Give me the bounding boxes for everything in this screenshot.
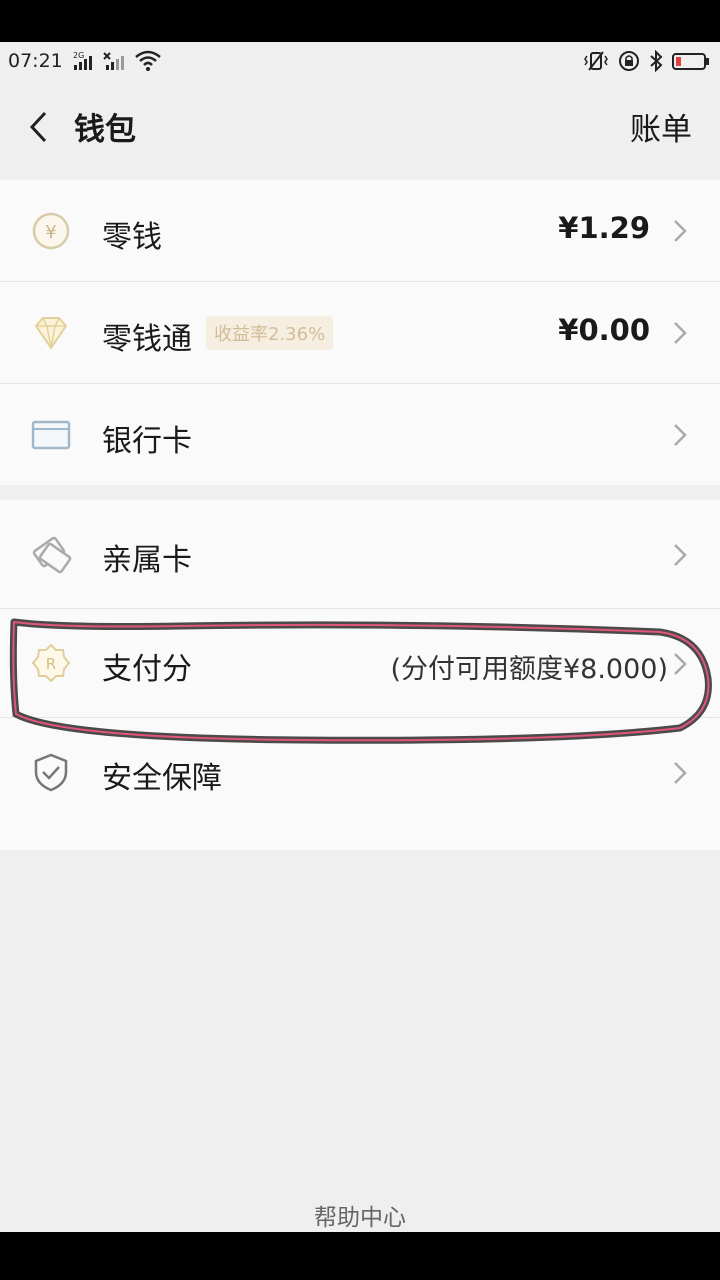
list-item-bank-card[interactable]: 银行卡 [0, 384, 720, 485]
item-label-change: 零钱 [102, 220, 162, 255]
vibrate-icon [584, 51, 608, 71]
chevron-right-icon [674, 653, 687, 675]
item-label-pay-score: 支付分 [102, 652, 192, 687]
list-item-lingqiantong[interactable]: 零钱通 收益率2.36% ¥0.00 [0, 282, 720, 384]
svg-text:R: R [46, 655, 56, 673]
status-left-icons: 2G [72, 50, 162, 72]
status-time: 07:21 [8, 50, 63, 72]
item-value-lingqiantong: ¥0.00 [558, 313, 650, 347]
chevron-left-icon [29, 111, 47, 143]
bill-button[interactable]: 账单 [630, 104, 692, 149]
wallet-group: ¥ 零钱 ¥1.29 零钱通 收益率2.36% ¥0.00 银行卡 [0, 180, 720, 485]
item-value-pay-score: (分付可用额度¥8.000) [390, 654, 668, 685]
back-button[interactable] [18, 102, 58, 152]
network-label: 2G [73, 51, 84, 60]
item-label-family-card: 亲属卡 [102, 543, 192, 578]
item-label-bank-card: 银行卡 [102, 424, 192, 459]
services-group: 亲属卡 R 支付分 (分付可用额度¥8.000) 安全保障 [0, 500, 720, 850]
score-badge-icon: R [31, 643, 71, 683]
chevron-right-icon [674, 424, 687, 446]
yuan-coin-icon: ¥ [32, 212, 70, 250]
item-label-security: 安全保障 [102, 761, 222, 796]
wifi-icon [135, 50, 161, 71]
chevron-right-icon [674, 544, 687, 566]
wallet-screen: 07:21 2G 钱包 账单 ¥ 零钱 ¥1.29 零钱通 收益率2.36% ¥… [0, 42, 720, 1232]
nav-bar: 钱包 账单 [0, 82, 720, 172]
list-item-security[interactable]: 安全保障 [0, 718, 720, 826]
svg-text:¥: ¥ [45, 222, 56, 243]
chevron-right-icon [674, 220, 687, 242]
item-value-change: ¥1.29 [558, 211, 650, 245]
item-label-lingqiantong: 零钱通 [102, 322, 192, 357]
battery-icon [672, 53, 709, 70]
family-card-icon [32, 536, 72, 574]
bank-card-icon [31, 420, 71, 450]
status-right-icons [582, 50, 710, 72]
list-item-change[interactable]: ¥ 零钱 ¥1.29 [0, 180, 720, 282]
status-bar: 07:21 2G [0, 42, 720, 82]
lock-rotation-icon [619, 51, 639, 71]
bluetooth-icon [650, 50, 663, 72]
list-item-family-card[interactable]: 亲属卡 [0, 500, 720, 609]
yield-rate-badge: 收益率2.36% [206, 316, 334, 350]
diamond-icon [34, 317, 68, 350]
signal-no-sim-icon [103, 52, 124, 70]
list-item-pay-score[interactable]: R 支付分 (分付可用额度¥8.000) [0, 609, 720, 718]
signal-icon: 2G [73, 51, 92, 70]
chevron-right-icon [674, 322, 687, 344]
chevron-right-icon [674, 762, 687, 784]
help-center-link[interactable]: 帮助中心 [0, 1198, 720, 1232]
page-title: 钱包 [74, 112, 136, 148]
shield-icon [34, 753, 68, 792]
